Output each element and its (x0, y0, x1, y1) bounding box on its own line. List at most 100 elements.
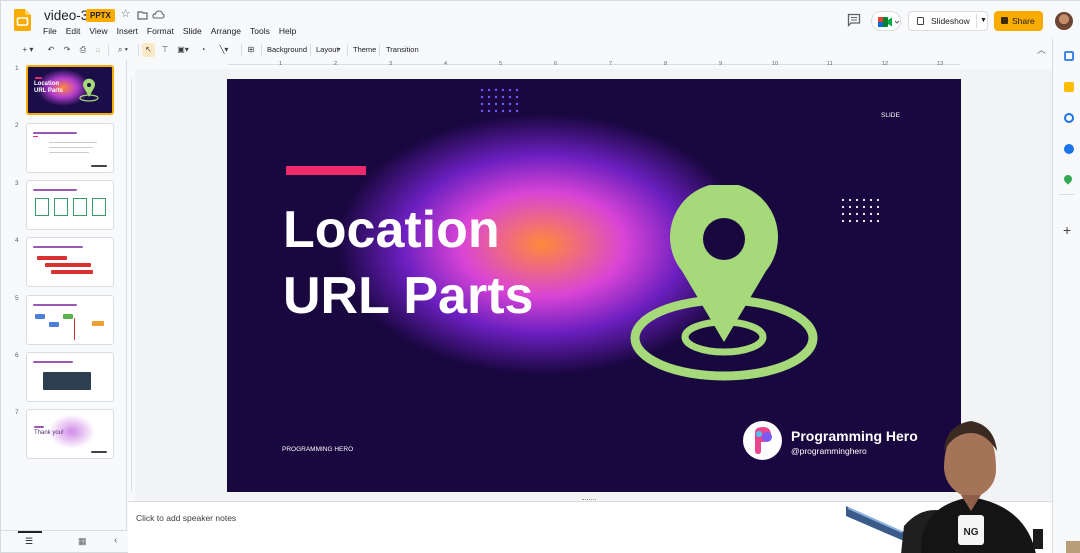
thumb-line (49, 142, 97, 143)
redo-icon[interactable]: ↷ (61, 43, 73, 57)
active-view-indicator (18, 531, 42, 533)
ruler-tick: 2 (334, 61, 338, 67)
ruler-tick: 1 (279, 61, 283, 67)
ruler-tick: 7 (609, 61, 613, 67)
thumb-heading (33, 132, 77, 134)
menu-file[interactable]: File (43, 25, 57, 37)
document-title[interactable]: video-3 (44, 8, 88, 23)
slide-thumbnail-7[interactable]: Thank you! (26, 409, 114, 459)
menu-format[interactable]: Format (147, 25, 174, 37)
slide-thumbnail-4[interactable] (26, 237, 114, 287)
slideshow-button[interactable]: Slideshow ▼ (908, 11, 988, 31)
vertical-ruler (128, 69, 135, 501)
print-icon[interactable]: ⎙ (77, 43, 89, 57)
list-view-icon[interactable]: ☰ (25, 536, 33, 547)
chevron-up-icon[interactable]: ︿ (1037, 43, 1046, 56)
chevron-down-icon[interactable]: ▼ (336, 43, 342, 57)
thumb-code-block (43, 372, 91, 390)
speaker-notes-placeholder: Click to add speaker notes (136, 513, 237, 523)
menu-view[interactable]: View (89, 25, 107, 37)
meet-button[interactable] (871, 11, 901, 31)
thumb-line (49, 147, 93, 148)
file-type-badge: PPTX (86, 9, 115, 22)
thumb-box (54, 198, 68, 216)
grid-view-icon[interactable]: ▦ (78, 536, 87, 547)
divider (1059, 194, 1075, 195)
horizontal-ruler: 1 2 3 4 5 6 7 8 9 10 11 12 13 (128, 60, 1052, 69)
divider (261, 44, 262, 56)
contacts-icon[interactable] (1064, 144, 1074, 154)
menu-tools[interactable]: Tools (250, 25, 270, 37)
divider (138, 44, 139, 56)
chevron-down-icon[interactable]: ▼ (980, 12, 987, 30)
slide-title-line1: Location (283, 201, 500, 259)
thumb-heading (33, 304, 77, 306)
thumb-node (49, 322, 59, 327)
slide-number: 7 (15, 409, 19, 416)
thumb-heading (33, 246, 83, 248)
comment-add-icon[interactable]: ⊞ (245, 43, 257, 57)
undo-icon[interactable]: ↶ (45, 43, 57, 57)
menu-bar: File Edit View Insert Format Slide Arran… (43, 25, 305, 37)
ruler-tick: 5 (499, 61, 503, 67)
new-slide-icon[interactable]: + ▾ (18, 43, 38, 57)
thumb-accent (34, 426, 44, 428)
slide-thumbnail-1[interactable]: Location URL Parts (26, 65, 114, 115)
thumb-node (35, 314, 45, 319)
star-icon[interactable]: ☆ (119, 8, 132, 21)
slide-thumbnail-6[interactable] (26, 352, 114, 402)
slide-thumbnail-5[interactable] (26, 295, 114, 345)
calendar-icon[interactable] (1064, 51, 1074, 61)
ruler-tick: 13 (937, 61, 944, 67)
location-pin-icon (79, 78, 99, 102)
dot-grid-icon (480, 88, 519, 113)
ruler-tick: 4 (444, 61, 448, 67)
slide-thumbnail-2[interactable] (26, 123, 114, 173)
svg-text:NG: NG (964, 527, 979, 538)
zoom-icon[interactable]: ⌕ ▾ (113, 43, 133, 57)
thumb-title: Location URL Parts (34, 81, 63, 94)
image-icon[interactable]: ▣▾ (174, 43, 192, 57)
cloud-icon[interactable] (152, 8, 165, 21)
transition-button[interactable]: Transition (386, 43, 419, 57)
keep-icon[interactable] (1064, 82, 1074, 92)
share-button[interactable]: Share (994, 11, 1043, 31)
comment-icon[interactable] (847, 13, 861, 27)
ruler-line (131, 79, 132, 492)
maps-icon[interactable] (1062, 173, 1074, 185)
textbox-icon[interactable]: ⊤ (159, 43, 171, 57)
tasks-icon[interactable] (1064, 113, 1074, 123)
avatar[interactable] (1055, 12, 1073, 30)
line-icon[interactable]: ╲▾ (213, 43, 235, 57)
paint-format-icon[interactable]: ⌂ (92, 43, 104, 57)
thumb-line (49, 152, 89, 153)
ruler-line (228, 64, 960, 65)
menu-slide[interactable]: Slide (183, 25, 202, 37)
menu-help[interactable]: Help (279, 25, 296, 37)
thumb-accent (35, 77, 42, 79)
divider (379, 44, 380, 56)
select-icon[interactable]: ↖ (142, 43, 155, 57)
slide-thumbnail-3[interactable] (26, 180, 114, 230)
ruler-tick: 3 (389, 61, 393, 67)
divider (347, 44, 348, 56)
add-icon[interactable]: + (1063, 222, 1071, 238)
shape-icon[interactable]: ◔ (197, 43, 209, 57)
background-button[interactable]: Background (267, 43, 307, 57)
menu-edit[interactable]: Edit (66, 25, 81, 37)
divider (310, 44, 311, 56)
filmstrip: 1 Location URL Parts 2 3 4 5 6 7 Thank y… (1, 60, 127, 530)
slide-corner-label: SLIDE (881, 112, 900, 119)
ruler-tick: 10 (772, 61, 779, 67)
slides-logo-icon[interactable] (14, 9, 31, 31)
present-icon (917, 17, 924, 25)
lock-icon (1001, 17, 1008, 24)
meet-icon (878, 17, 900, 27)
thumb-title: Thank you! (34, 430, 64, 436)
chevron-left-icon[interactable]: ‹ (114, 535, 117, 546)
move-icon[interactable] (136, 8, 149, 21)
menu-insert[interactable]: Insert (117, 25, 138, 37)
menu-arrange[interactable]: Arrange (211, 25, 241, 37)
thumb-node (92, 321, 104, 326)
theme-button[interactable]: Theme (353, 43, 376, 57)
